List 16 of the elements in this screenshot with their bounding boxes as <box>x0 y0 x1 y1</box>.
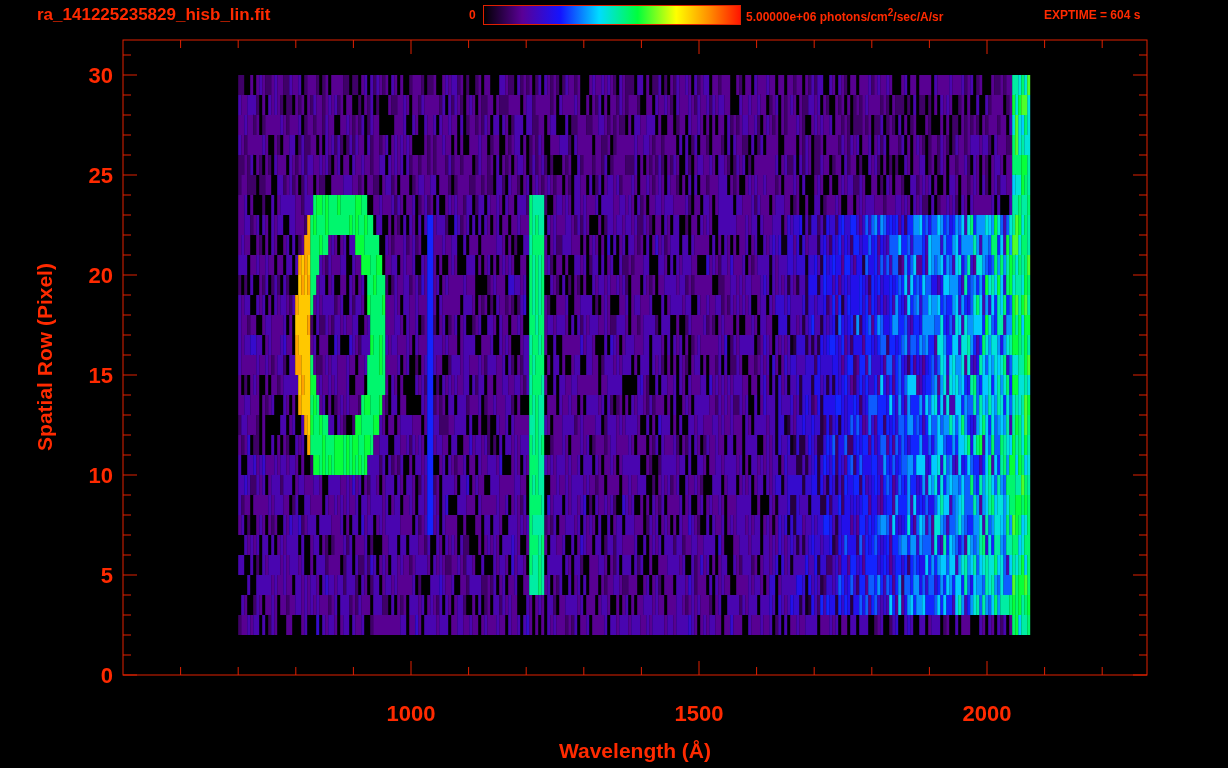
y-tick-label: 30 <box>88 63 113 88</box>
x-tick-label: 2000 <box>962 701 1012 726</box>
y-tick-label: 20 <box>88 263 113 288</box>
y-tick-label: 15 <box>88 363 113 388</box>
exposure-time: EXPTIME = 604 s <box>1044 8 1141 22</box>
x-tick-label: 1000 <box>386 701 436 726</box>
colorbar-min-label: 0 <box>469 8 477 22</box>
x-tick-label: 1500 <box>674 701 724 726</box>
colorbar-max-label: 5.00000e+06 photons/cm$^{2}$/sec/A/sr <box>746 6 945 24</box>
x-axis-label: Wavelength (Å) <box>558 739 712 762</box>
y-tick-label: 10 <box>88 463 113 488</box>
y-tick-label: 25 <box>88 163 113 188</box>
y-axis-label: Spatial Row (Pixel) <box>33 263 56 451</box>
y-tick-label: 0 <box>100 663 113 688</box>
file-title: ra_141225235829_hisb_lin.fit <box>37 5 272 25</box>
y-tick-label: 5 <box>100 563 113 588</box>
